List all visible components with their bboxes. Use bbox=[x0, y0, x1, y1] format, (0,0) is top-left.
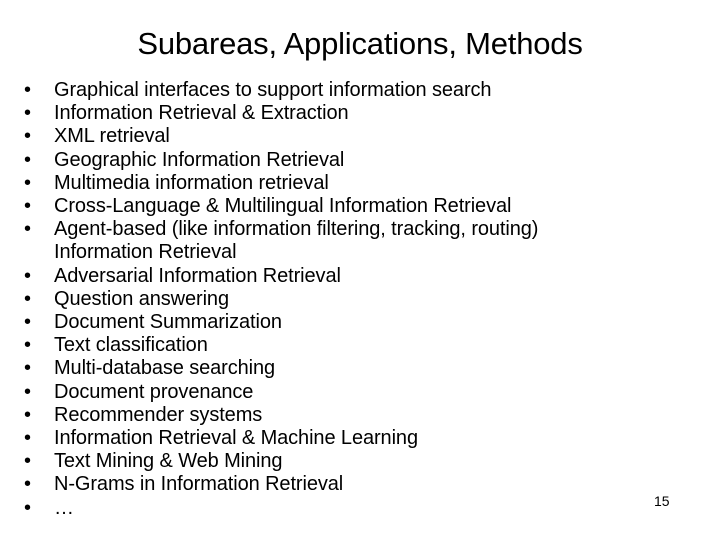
bullet-icon: • bbox=[24, 334, 31, 357]
bullet-icon: • bbox=[24, 148, 31, 171]
list-item-label: Multimedia information retrieval bbox=[54, 171, 329, 194]
list-item: • XML retrieval bbox=[18, 125, 708, 148]
list-item-label: Adversarial Information Retrieval bbox=[54, 264, 341, 287]
list-item-label: Text Mining & Web Mining bbox=[54, 450, 283, 473]
bullet-icon: • bbox=[24, 125, 31, 148]
bullet-icon: • bbox=[24, 357, 31, 380]
list-item: • Information Retrieval & Machine Learnin… bbox=[18, 427, 708, 450]
list-item: • Agent-based (like information filtering… bbox=[18, 218, 708, 264]
list-item: • Text classification bbox=[18, 334, 708, 357]
list-item: • Multi-database searching bbox=[18, 357, 708, 380]
list-item-label: Document provenance bbox=[54, 380, 254, 403]
list-item: • Document Summarization bbox=[18, 311, 708, 334]
bullet-list: • Graphical interfaces to support informa… bbox=[18, 79, 708, 520]
list-item-label: Graphical interfaces to support informat… bbox=[54, 79, 492, 101]
list-item: • Document provenance bbox=[18, 381, 708, 404]
list-item-label: Agent-based (like information filtering,… bbox=[54, 218, 539, 241]
bullet-icon: • bbox=[24, 264, 31, 287]
list-item: • Geographic Information Retrieval bbox=[18, 149, 708, 172]
list-item-label: N-Grams in Information Retrieval bbox=[54, 473, 344, 496]
list-item-label-continuation: Information Retrieval bbox=[54, 241, 237, 264]
list-item-label: Question answering bbox=[54, 287, 229, 310]
list-item: •… bbox=[18, 497, 708, 520]
list-item-label: Information Retrieval & Machine Learning bbox=[54, 427, 418, 450]
list-item-label: Document Summarization bbox=[54, 311, 282, 334]
list-item-label: Multi-database searching bbox=[54, 357, 276, 380]
list-item-label: … bbox=[54, 496, 74, 519]
bullet-icon: • bbox=[24, 79, 31, 101]
list-item-label: XML retrieval bbox=[54, 125, 170, 148]
list-item-label: Text classification bbox=[54, 334, 208, 357]
bullet-icon: • bbox=[24, 311, 31, 334]
bullet-icon: • bbox=[24, 403, 31, 426]
bullet-icon: • bbox=[24, 218, 31, 241]
list-item-label: Recommender systems bbox=[54, 403, 263, 426]
bullet-icon: • bbox=[24, 287, 31, 310]
bullet-icon: • bbox=[24, 427, 31, 450]
bullet-icon: • bbox=[24, 496, 31, 519]
slide: Subareas, Applications, Methods • Graphic… bbox=[0, 0, 720, 540]
page-number: 15 bbox=[654, 493, 670, 509]
list-item: • Multimedia information retrieval bbox=[18, 172, 708, 195]
list-item: • Information Retrieval & Extraction bbox=[18, 102, 708, 125]
list-item: • Adversarial Information Retrieval bbox=[18, 265, 708, 288]
page-title: Subareas, Applications, Methods bbox=[137, 26, 583, 61]
list-item: • Recommender systems bbox=[18, 404, 708, 427]
bullet-icon: • bbox=[24, 473, 31, 496]
list-item-label: Cross-Language & Multilingual Informatio… bbox=[54, 195, 512, 218]
list-item: • Graphical interfaces to support informa… bbox=[18, 79, 708, 102]
list-item-label: Information Retrieval & Extraction bbox=[54, 102, 349, 125]
bullet-icon: • bbox=[24, 195, 31, 218]
list-item: • Cross-Language & Multilingual Informati… bbox=[18, 195, 708, 218]
list-item-label: Geographic Information Retrieval bbox=[54, 148, 345, 171]
list-item: • Question answering bbox=[18, 288, 708, 311]
list-item: • Text Mining & Web Mining bbox=[18, 450, 708, 473]
list-item: • N-Grams in Information Retrieval bbox=[18, 473, 708, 496]
bullet-icon: • bbox=[24, 380, 31, 403]
bullet-icon: • bbox=[24, 450, 31, 473]
bullet-icon: • bbox=[24, 171, 31, 194]
bullet-icon: • bbox=[24, 102, 31, 125]
